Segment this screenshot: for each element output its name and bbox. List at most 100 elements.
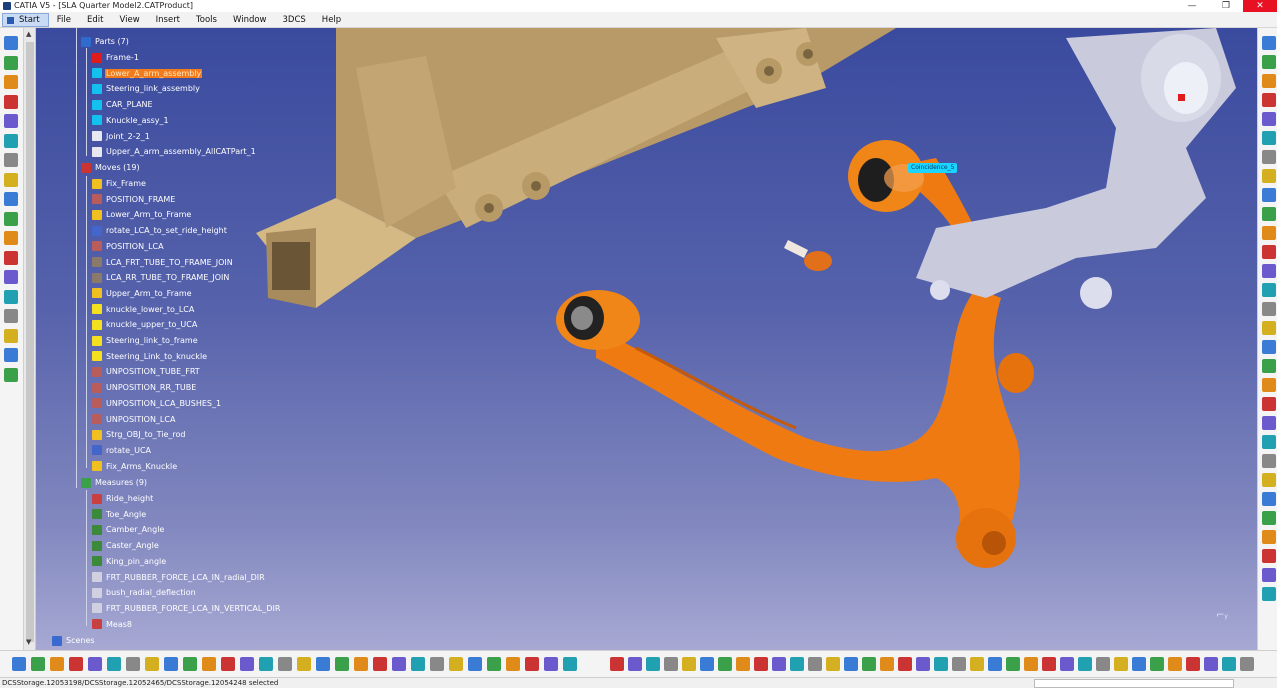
toolbar-tool-icon[interactable]	[1168, 657, 1182, 671]
toolbar-tool-icon[interactable]	[4, 211, 18, 226]
measure-item[interactable]: King_pin_angle	[92, 555, 167, 568]
toolbar-tool-icon[interactable]	[880, 657, 894, 671]
toolbar-tool-icon[interactable]	[934, 657, 948, 671]
tree-scrollbar[interactable]: ▲ ▼	[24, 28, 36, 650]
toolbar-tool-icon[interactable]	[4, 328, 18, 343]
toolbar-tool-icon[interactable]	[259, 657, 273, 671]
toolbar-tool-icon[interactable]	[1096, 657, 1110, 671]
toolbar-tool-icon[interactable]	[1078, 657, 1092, 671]
toolbar-tool-icon[interactable]	[4, 153, 18, 167]
measure-item[interactable]: bush_radial_deflection	[92, 586, 197, 599]
toolbar-tool-icon[interactable]	[898, 657, 912, 671]
toolbar-tool-icon[interactable]	[1222, 657, 1236, 671]
toolbar-tool-icon[interactable]	[126, 657, 140, 671]
toolbar-tool-icon[interactable]	[772, 657, 786, 671]
move-item[interactable]: Fix_Frame	[92, 177, 147, 190]
move-item[interactable]: knuckle_lower_to_LCA	[92, 303, 195, 316]
toolbar-tool-icon[interactable]	[506, 657, 520, 671]
move-item[interactable]: rotate_LCA_to_set_ride_height	[92, 224, 228, 237]
toolbar-tool-icon[interactable]	[411, 657, 425, 671]
toolbar-tool-icon[interactable]	[1262, 283, 1276, 297]
toolbar-tool-icon[interactable]	[1262, 568, 1276, 582]
measure-item[interactable]: Meas8	[92, 618, 133, 631]
toolbar-tool-icon[interactable]	[1262, 169, 1276, 183]
part-item[interactable]: Lower_A_arm_assembly	[92, 67, 203, 80]
restore-button[interactable]: ❐	[1209, 0, 1243, 12]
move-item[interactable]: Lower_Arm_to_Frame	[92, 208, 192, 221]
toolbar-tool-icon[interactable]	[1262, 36, 1276, 50]
move-item[interactable]: LCA_RR_TUBE_TO_FRAME_JOIN	[92, 271, 230, 284]
toolbar-tool-icon[interactable]	[487, 657, 501, 671]
toolbar-tool-icon[interactable]	[1262, 340, 1276, 354]
toolbar-tool-icon[interactable]	[700, 657, 714, 671]
move-item[interactable]: POSITION_LCA	[92, 240, 165, 253]
toolbar-tool-icon[interactable]	[1262, 492, 1276, 506]
command-input[interactable]	[1034, 679, 1234, 688]
toolbar-tool-icon[interactable]	[646, 657, 660, 671]
toolbar-tool-icon[interactable]	[664, 657, 678, 671]
frame-model[interactable]	[256, 28, 896, 308]
toolbar-tool-icon[interactable]	[4, 172, 18, 187]
part-item[interactable]: Knuckle_assy_1	[92, 114, 170, 127]
measure-item[interactable]: FRT_RUBBER_FORCE_LCA_IN_radial_DIR	[92, 571, 266, 584]
toolbar-tool-icon[interactable]	[4, 348, 18, 362]
minimize-button[interactable]: —	[1175, 0, 1209, 12]
toolbar-tool-icon[interactable]	[1262, 530, 1276, 544]
toolbar-tool-icon[interactable]	[297, 657, 311, 671]
toolbar-tool-icon[interactable]	[1262, 587, 1276, 601]
coincidence-tag[interactable]: Coincidence_5	[908, 163, 958, 173]
toolbar-tool-icon[interactable]	[4, 309, 18, 323]
toolbar-tool-icon[interactable]	[164, 657, 178, 671]
toolbar-tool-icon[interactable]	[4, 114, 18, 128]
toolbar-tool-icon[interactable]	[335, 657, 349, 671]
menu-help[interactable]: Help	[314, 12, 349, 28]
toolbar-tool-icon[interactable]	[1262, 378, 1276, 392]
lower-a-arm[interactable]	[556, 288, 1034, 568]
toolbar-tool-icon[interactable]	[12, 657, 26, 671]
scroll-thumb[interactable]	[26, 42, 34, 642]
toolbar-tool-icon[interactable]	[1262, 321, 1276, 335]
toolbar-tool-icon[interactable]	[610, 657, 624, 671]
tree-node-parts[interactable]: Parts (7)	[81, 35, 130, 48]
toolbar-tool-icon[interactable]	[1262, 112, 1276, 126]
toolbar-tool-icon[interactable]	[373, 657, 387, 671]
measure-item[interactable]: Toe_Angle	[92, 508, 147, 521]
toolbar-tool-icon[interactable]	[1262, 55, 1276, 69]
move-item[interactable]: Fix_Arms_Knuckle	[92, 460, 178, 473]
toolbar-tool-icon[interactable]	[4, 289, 18, 304]
part-item[interactable]: Frame-1	[92, 51, 140, 64]
tree-node-moves[interactable]: Moves (19)	[81, 161, 141, 174]
toolbar-tool-icon[interactable]	[1024, 657, 1038, 671]
scroll-down-arrow[interactable]: ▼	[26, 638, 31, 646]
measure-item[interactable]: Camber_Angle	[92, 523, 165, 536]
toolbar-tool-icon[interactable]	[4, 75, 18, 89]
toolbar-tool-icon[interactable]	[449, 657, 463, 671]
pin-part[interactable]	[784, 240, 832, 271]
toolbar-tool-icon[interactable]	[808, 657, 822, 671]
toolbar-tool-icon[interactable]	[69, 657, 83, 671]
toolbar-tool-icon[interactable]	[1042, 657, 1056, 671]
tree-node-scenes[interactable]: Scenes	[52, 634, 96, 647]
toolbar-tool-icon[interactable]	[790, 657, 804, 671]
toolbar-tool-icon[interactable]	[4, 231, 18, 245]
toolbar-tool-icon[interactable]	[240, 657, 254, 671]
toolbar-tool-icon[interactable]	[183, 657, 197, 671]
toolbar-tool-icon[interactable]	[392, 657, 406, 671]
toolbar-tool-icon[interactable]	[50, 657, 64, 671]
toolbar-tool-icon[interactable]	[1262, 359, 1276, 373]
toolbar-tool-icon[interactable]	[354, 657, 368, 671]
toolbar-tool-icon[interactable]	[1006, 657, 1020, 671]
toolbar-tool-icon[interactable]	[952, 657, 966, 671]
move-item[interactable]: POSITION_FRAME	[92, 193, 176, 206]
toolbar-tool-icon[interactable]	[430, 657, 444, 671]
toolbar-tool-icon[interactable]	[1262, 245, 1276, 259]
toolbar-tool-icon[interactable]	[1262, 454, 1276, 468]
part-item[interactable]: Steering_link_assembly	[92, 82, 201, 95]
move-item[interactable]: UNPOSITION_LCA	[92, 413, 176, 426]
toolbar-tool-icon[interactable]	[4, 192, 18, 206]
toolbar-tool-icon[interactable]	[278, 657, 292, 671]
toolbar-tool-icon[interactable]	[1262, 473, 1276, 487]
toolbar-tool-icon[interactable]	[1262, 226, 1276, 240]
move-item[interactable]: Steering_Link_to_knuckle	[92, 350, 208, 363]
menu-insert[interactable]: Insert	[148, 12, 188, 28]
